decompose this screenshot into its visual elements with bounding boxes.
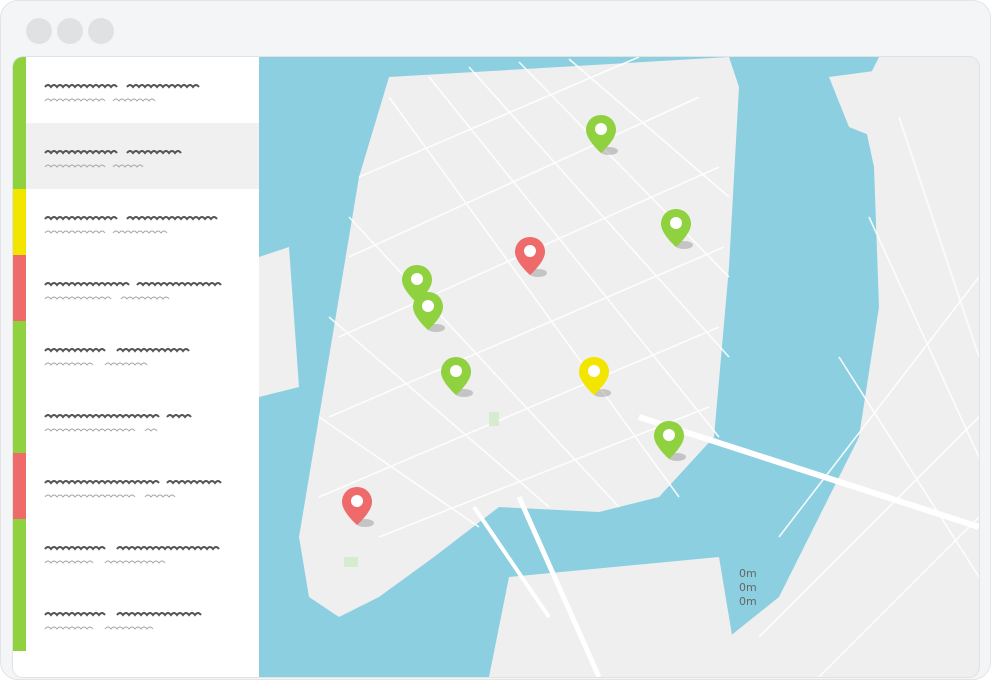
list-item[interactable] [13, 57, 259, 123]
map-base [259, 57, 979, 677]
list-item[interactable] [13, 387, 259, 453]
location-list [13, 57, 259, 677]
redacted-text [44, 282, 222, 300]
map-pin-icon[interactable] [341, 485, 375, 529]
list-item[interactable] [13, 321, 259, 387]
map-pin-icon[interactable] [585, 113, 619, 157]
redacted-text [44, 480, 222, 498]
map-view[interactable]: 0m 0m 0m [259, 57, 979, 677]
list-item[interactable] [13, 585, 259, 651]
redacted-text [44, 414, 192, 432]
scale-label: 0m [739, 567, 757, 580]
redacted-text [44, 612, 202, 630]
redacted-text [44, 84, 200, 102]
list-item[interactable] [13, 189, 259, 255]
scale-label: 0m [739, 581, 757, 594]
redacted-text [44, 216, 218, 234]
map-pin-icon[interactable] [514, 235, 548, 279]
list-item[interactable] [13, 519, 259, 585]
status-indicator [13, 255, 26, 321]
window-close-button[interactable] [26, 18, 52, 44]
map-pin-icon[interactable] [578, 355, 612, 399]
status-indicator [13, 585, 26, 651]
window-minimize-button[interactable] [57, 18, 83, 44]
list-item[interactable] [13, 255, 259, 321]
map-pin-icon[interactable] [660, 207, 694, 251]
map-pin-icon[interactable] [440, 355, 474, 399]
redacted-text [44, 348, 190, 366]
scale-label: 0m [739, 595, 757, 608]
status-indicator [13, 57, 26, 123]
status-indicator [13, 453, 26, 519]
map-pin-icon[interactable] [412, 290, 446, 334]
status-indicator [13, 387, 26, 453]
status-indicator [13, 321, 26, 387]
status-indicator [13, 123, 26, 189]
status-indicator [13, 189, 26, 255]
window-zoom-button[interactable] [88, 18, 114, 44]
map-pin-icon[interactable] [653, 419, 687, 463]
status-indicator [13, 519, 26, 585]
list-item[interactable] [13, 123, 259, 189]
content-frame: 0m 0m 0m [13, 57, 979, 677]
redacted-text [44, 546, 220, 564]
scale-labels: 0m 0m 0m [739, 567, 757, 609]
list-item[interactable] [13, 453, 259, 519]
app-window: 0m 0m 0m [0, 0, 991, 680]
redacted-text [44, 150, 182, 168]
